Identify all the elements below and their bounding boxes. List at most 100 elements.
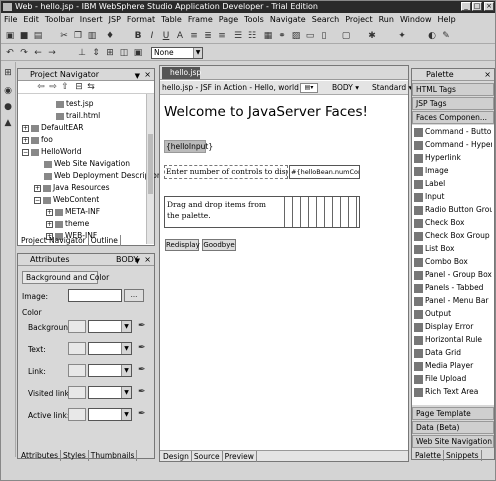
view-menu-icon[interactable]: ▼	[135, 255, 140, 267]
text-color-swatch[interactable]	[68, 342, 86, 355]
palette-item-file-upload[interactable]: File Upload	[413, 372, 492, 385]
up-nav-icon[interactable]: ⇧	[60, 82, 70, 92]
palette-item-rich-text-area[interactable]: Rich Text Area	[413, 385, 492, 398]
drawer-web-site-navigation[interactable]: Web Site Navigation	[412, 435, 494, 448]
tab-source[interactable]: Source	[192, 451, 223, 462]
prompt-text[interactable]: Enter number of controls to display:	[164, 165, 288, 179]
input-component[interactable]: {helloInput}	[164, 140, 213, 153]
form-icon[interactable]: ▭	[305, 31, 315, 41]
numbered-list-icon[interactable]: ☷	[247, 31, 257, 41]
tab-styles[interactable]: Styles	[61, 450, 89, 461]
drawer-page-template[interactable]: Page Template	[412, 407, 494, 420]
image-icon[interactable]: ▨	[291, 31, 301, 41]
redisplay-button[interactable]: Redisplay	[165, 239, 200, 251]
tree-item-web-site-navigation[interactable]: Web Site Navigation	[44, 159, 130, 168]
palette-item-media-player[interactable]: Media Player	[413, 359, 492, 372]
tree-item-web-deployment-descriptor[interactable]: Web Deployment Descriptor	[44, 171, 160, 180]
perspective-icon[interactable]: ◐	[427, 31, 437, 41]
active-link-color-select[interactable]: ▼	[88, 408, 132, 421]
tree-item-helloworld[interactable]: − HelloWorld	[22, 147, 82, 156]
frame-icon[interactable]: ▯	[319, 31, 329, 41]
tab-outline[interactable]: Outline	[89, 235, 121, 246]
outline-icon[interactable]: ◫	[119, 48, 129, 58]
redo-icon[interactable]: ↷	[19, 48, 29, 58]
close-view-icon[interactable]: ×	[484, 69, 491, 81]
expand-icon[interactable]: +	[22, 136, 29, 144]
palette-item-horizontal-rule[interactable]: Horizontal Rule	[413, 333, 492, 346]
tree-item-theme[interactable]: + theme	[46, 219, 89, 228]
palette-item-list-box[interactable]: List Box	[413, 242, 492, 255]
eyedropper-icon[interactable]: ✒	[138, 387, 147, 398]
tree-item-trail-html[interactable]: trail.html	[56, 111, 100, 120]
tree-item-foo[interactable]: + foo	[22, 135, 53, 144]
tab-attributes[interactable]: Attributes	[19, 450, 62, 461]
collapse-icon[interactable]: −	[34, 196, 41, 204]
menu-project[interactable]: Project	[342, 13, 375, 27]
menu-jsp[interactable]: JSP	[106, 13, 124, 27]
align-right-icon[interactable]: ≡	[217, 31, 227, 41]
eyedropper-icon[interactable]: ✒	[138, 409, 147, 420]
grid-icon[interactable]: ⊞	[105, 48, 115, 58]
underline-icon[interactable]: U	[161, 31, 171, 41]
visited-link-color-swatch[interactable]	[68, 386, 86, 399]
debug-icon[interactable]: ✱	[367, 31, 377, 41]
palette-item-image[interactable]: Image	[413, 164, 492, 177]
palette-item-panel-menu-bar[interactable]: Panel - Menu Bar	[413, 294, 492, 307]
cut-icon[interactable]: ✂	[59, 31, 69, 41]
menu-insert[interactable]: Insert	[77, 13, 106, 27]
pin-icon[interactable]: ⊥	[77, 48, 87, 58]
tab-palette[interactable]: Palette	[413, 450, 444, 461]
tree-item-meta-inf[interactable]: + META-INF	[46, 207, 100, 216]
menu-edit[interactable]: Edit	[20, 13, 42, 27]
web-perspective-icon[interactable]: ◉	[3, 86, 13, 96]
page-icon[interactable]: ▢	[341, 31, 351, 41]
collapse-icon[interactable]: −	[22, 148, 29, 156]
menu-tools[interactable]: Tools	[241, 13, 267, 27]
tab-snippets[interactable]: Snippets	[444, 450, 482, 461]
navigator-scrollbar[interactable]	[146, 94, 154, 244]
drawer-jsp-tags[interactable]: JSP Tags	[412, 97, 494, 110]
close-view-icon[interactable]: ×	[144, 69, 151, 81]
italic-icon[interactable]: I	[147, 31, 157, 41]
palette-item-input[interactable]: Input	[413, 190, 492, 203]
active-link-color-swatch[interactable]	[68, 408, 86, 421]
back-nav-icon[interactable]: ⇦	[36, 82, 46, 92]
eyedropper-icon[interactable]: ✒	[138, 321, 147, 332]
menu-file[interactable]: File	[1, 13, 20, 27]
eyedropper-icon[interactable]: ✒	[138, 365, 147, 376]
tree-item-defaultear[interactable]: + DefaultEAR	[22, 123, 83, 132]
link-color-select[interactable]: ▼	[88, 364, 132, 377]
text-color-select[interactable]: ▼	[88, 342, 132, 355]
palette-item-check-box[interactable]: Check Box	[413, 216, 492, 229]
palette-item-output[interactable]: Output	[413, 307, 492, 320]
drawer-data-beta[interactable]: Data (Beta)	[412, 421, 494, 434]
collapse-all-icon[interactable]: ⊟	[74, 82, 84, 92]
drawer-faces-components[interactable]: Faces Componen...	[412, 111, 494, 124]
java-perspective-icon[interactable]: ●	[3, 102, 13, 112]
palette-item-panel-group-box[interactable]: Panel - Group Box	[413, 268, 492, 281]
palette-item-command-button[interactable]: Command - Button	[413, 125, 492, 138]
server-perspective-icon[interactable]: ▲	[3, 118, 13, 128]
back-icon[interactable]: ←	[33, 48, 43, 58]
align-center-icon[interactable]: ≣	[203, 31, 213, 41]
list-icon[interactable]: ☰	[233, 31, 243, 41]
page-props-icon[interactable]: ▤▾	[300, 83, 318, 93]
minimize-button[interactable]: _	[461, 2, 471, 11]
align-left-icon[interactable]: ≡	[189, 31, 199, 41]
eyedropper-icon[interactable]: ✒	[138, 343, 147, 354]
tree-item-java-resources[interactable]: + Java Resources	[34, 183, 110, 192]
copy-icon[interactable]: ❐	[73, 31, 83, 41]
palette-item-command-hyperlink[interactable]: Command - Hyperlink	[413, 138, 492, 151]
save-icon[interactable]: ■	[19, 31, 29, 41]
tab-preview[interactable]: Preview	[223, 451, 257, 462]
palette-item-combo-box[interactable]: Combo Box	[413, 255, 492, 268]
new-icon[interactable]: ▣	[5, 31, 15, 41]
table-icon[interactable]: ▦	[263, 31, 273, 41]
palette-item-label[interactable]: Label	[413, 177, 492, 190]
tab-design[interactable]: Design	[161, 451, 192, 462]
expand-icon[interactable]: +	[46, 208, 53, 216]
tree-item-test-jsp[interactable]: test.jsp	[56, 99, 94, 108]
image-field[interactable]	[68, 289, 122, 302]
palette-item-display-error[interactable]: Display Error	[413, 320, 492, 333]
drop-panel[interactable]: Drag and drop items from the palette.	[164, 196, 360, 228]
